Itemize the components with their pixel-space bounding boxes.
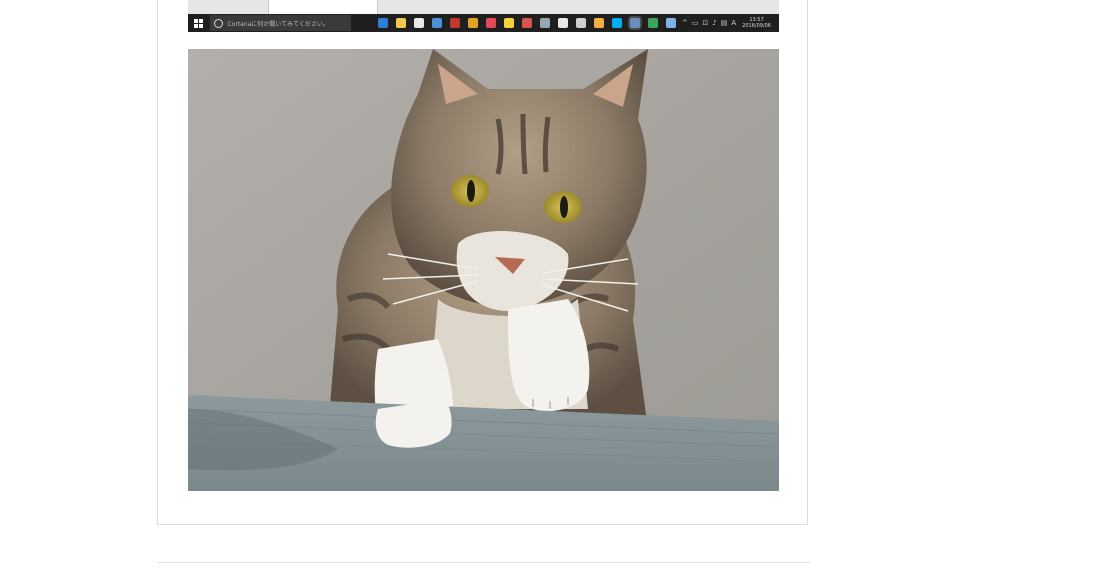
screenshot-window-area — [188, 0, 779, 14]
screenshot-panel — [268, 0, 378, 14]
notes-icon — [503, 18, 514, 28]
file-explorer-icon — [395, 18, 406, 28]
photos-icon — [431, 18, 442, 28]
tray-ime-icon: A — [731, 19, 737, 27]
network-icon — [539, 18, 550, 28]
app-stripe-icon — [521, 18, 532, 28]
browser-active-icon — [629, 18, 640, 28]
post-card: Cortanaに何か聞いてみてください。 ^ ▭ ⊡ ♪ ▤ A 13:57 2… — [157, 0, 808, 525]
app-red-icon — [485, 18, 496, 28]
gear-icon — [575, 18, 586, 28]
tray-volume-icon: ♪ — [712, 19, 717, 27]
edge-icon — [377, 18, 388, 28]
tray-battery-icon: ▭ — [691, 19, 699, 27]
app-globe-icon — [647, 18, 658, 28]
tray-keyboard-icon: ▤ — [720, 19, 728, 27]
windows-logo-icon — [192, 16, 205, 30]
embedded-screenshot: Cortanaに何か聞いてみてください。 ^ ▭ ⊡ ♪ ▤ A 13:57 2… — [188, 0, 779, 34]
store-icon — [413, 18, 424, 28]
paint-icon — [593, 18, 604, 28]
divider — [157, 562, 810, 563]
cortana-search-text: Cortanaに何か聞いてみてください。 — [227, 20, 329, 28]
tabby-cat-photo — [188, 49, 779, 491]
tray-chevron-icon: ^ — [681, 19, 688, 27]
system-tray: ^ ▭ ⊡ ♪ ▤ A 13:57 2016/09/06 — [680, 17, 779, 29]
cortana-ring-icon — [214, 18, 224, 28]
taskbar-pinned-icons — [356, 18, 680, 28]
app-doc-icon — [665, 18, 676, 28]
taskbar-clock: 13:57 2016/09/06 — [742, 17, 771, 29]
task-view-icon — [359, 18, 370, 28]
clock-date: 2016/09/06 — [742, 23, 771, 29]
skype-icon — [611, 18, 622, 28]
cortana-search-box: Cortanaに何か聞いてみてください。 — [210, 15, 351, 31]
taskbar: Cortanaに何か聞いてみてください。 ^ ▭ ⊡ ♪ ▤ A 13:57 2… — [188, 14, 779, 32]
app-circle-icon — [557, 18, 568, 28]
game-icon — [449, 18, 460, 28]
tray-network-icon: ⊡ — [702, 19, 709, 27]
page: Cortanaに何か聞いてみてください。 ^ ▭ ⊡ ♪ ▤ A 13:57 2… — [0, 0, 1107, 571]
chrome-icon — [467, 18, 478, 28]
